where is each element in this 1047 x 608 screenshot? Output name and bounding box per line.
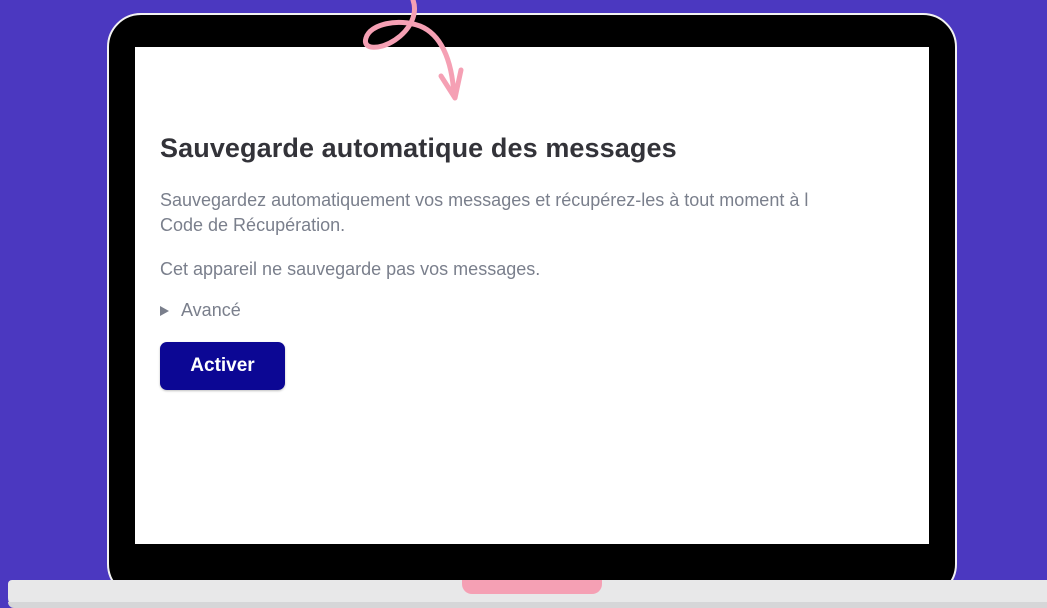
advanced-label: Avancé <box>181 300 241 320</box>
activate-button[interactable]: Activer <box>160 342 285 390</box>
app-screen: Sauvegarde automatique des messages Sauv… <box>135 47 929 544</box>
backup-settings-panel: Sauvegarde automatique des messages Sauv… <box>160 133 929 390</box>
laptop-base-edge <box>8 602 1047 608</box>
backup-status-text: Cet appareil ne sauvegarde pas vos messa… <box>160 259 541 279</box>
backup-description: Sauvegardez automatiquement vos messages… <box>160 190 809 235</box>
triangle-right-icon <box>160 305 169 316</box>
page-title: Sauvegarde automatique des messages <box>160 133 677 163</box>
laptop-notch <box>462 580 602 594</box>
advanced-toggle[interactable]: Avancé <box>160 300 929 321</box>
